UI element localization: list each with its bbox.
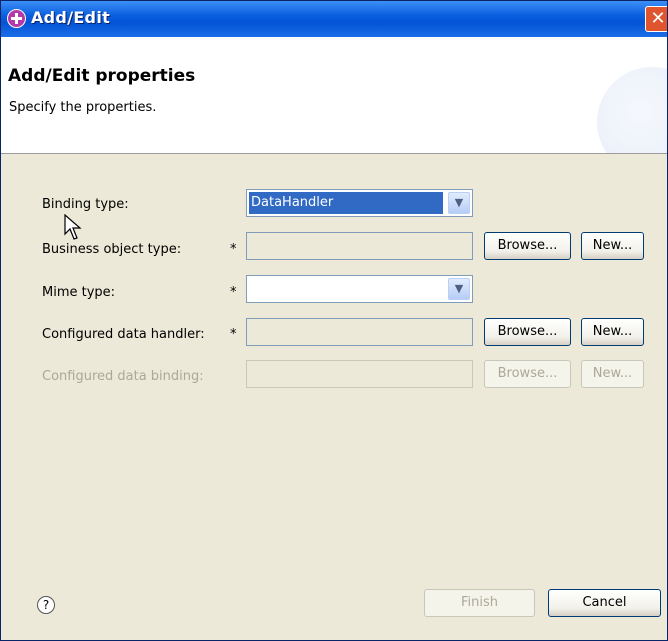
mime-type-select[interactable]: ▼: [246, 275, 473, 303]
configured-data-binding-field: [246, 360, 473, 388]
app-icon: [7, 9, 26, 28]
required-marker: *: [230, 327, 237, 342]
data-handler-browse-button[interactable]: Browse...: [484, 318, 571, 346]
dialog-header: Add/Edit properties Specify the properti…: [1, 37, 667, 154]
mime-type-label: Mime type:: [42, 285, 116, 300]
page-description: Specify the properties.: [9, 100, 157, 115]
binding-type-select[interactable]: DataHandler ▼: [246, 189, 473, 217]
form-area: Binding type: DataHandler ▼ Business obj…: [1, 154, 667, 574]
window-title: Add/Edit: [31, 8, 111, 27]
add-edit-dialog: Add/Edit ✕ Add/Edit properties Specify t…: [0, 0, 668, 641]
required-marker: *: [230, 285, 237, 300]
binding-type-label: Binding type:: [42, 197, 129, 212]
help-icon[interactable]: ?: [37, 596, 55, 614]
configured-data-binding-label: Configured data binding:: [42, 369, 204, 384]
business-object-type-field[interactable]: [246, 232, 473, 260]
title-bar: Add/Edit ✕: [1, 1, 667, 37]
data-binding-new-button: New...: [581, 360, 644, 388]
chevron-down-icon[interactable]: ▼: [448, 192, 470, 214]
business-object-type-label: Business object type:: [42, 242, 182, 257]
data-handler-new-button[interactable]: New...: [581, 318, 644, 346]
finish-button: Finish: [424, 589, 535, 617]
data-binding-browse-button: Browse...: [484, 360, 571, 388]
header-decoration: [597, 67, 667, 153]
business-object-browse-button[interactable]: Browse...: [484, 232, 571, 260]
dialog-footer: ? Finish Cancel: [1, 574, 667, 640]
cancel-button[interactable]: Cancel: [548, 589, 661, 617]
required-marker: *: [230, 242, 237, 257]
binding-type-value: DataHandler: [249, 192, 443, 214]
chevron-down-icon[interactable]: ▼: [448, 278, 470, 300]
business-object-new-button[interactable]: New...: [581, 232, 644, 260]
page-title: Add/Edit properties: [8, 66, 196, 86]
close-button[interactable]: ✕: [645, 6, 667, 32]
configured-data-handler-label: Configured data handler:: [42, 327, 205, 342]
configured-data-handler-field[interactable]: [246, 318, 473, 346]
mouse-cursor-icon: [64, 214, 82, 240]
